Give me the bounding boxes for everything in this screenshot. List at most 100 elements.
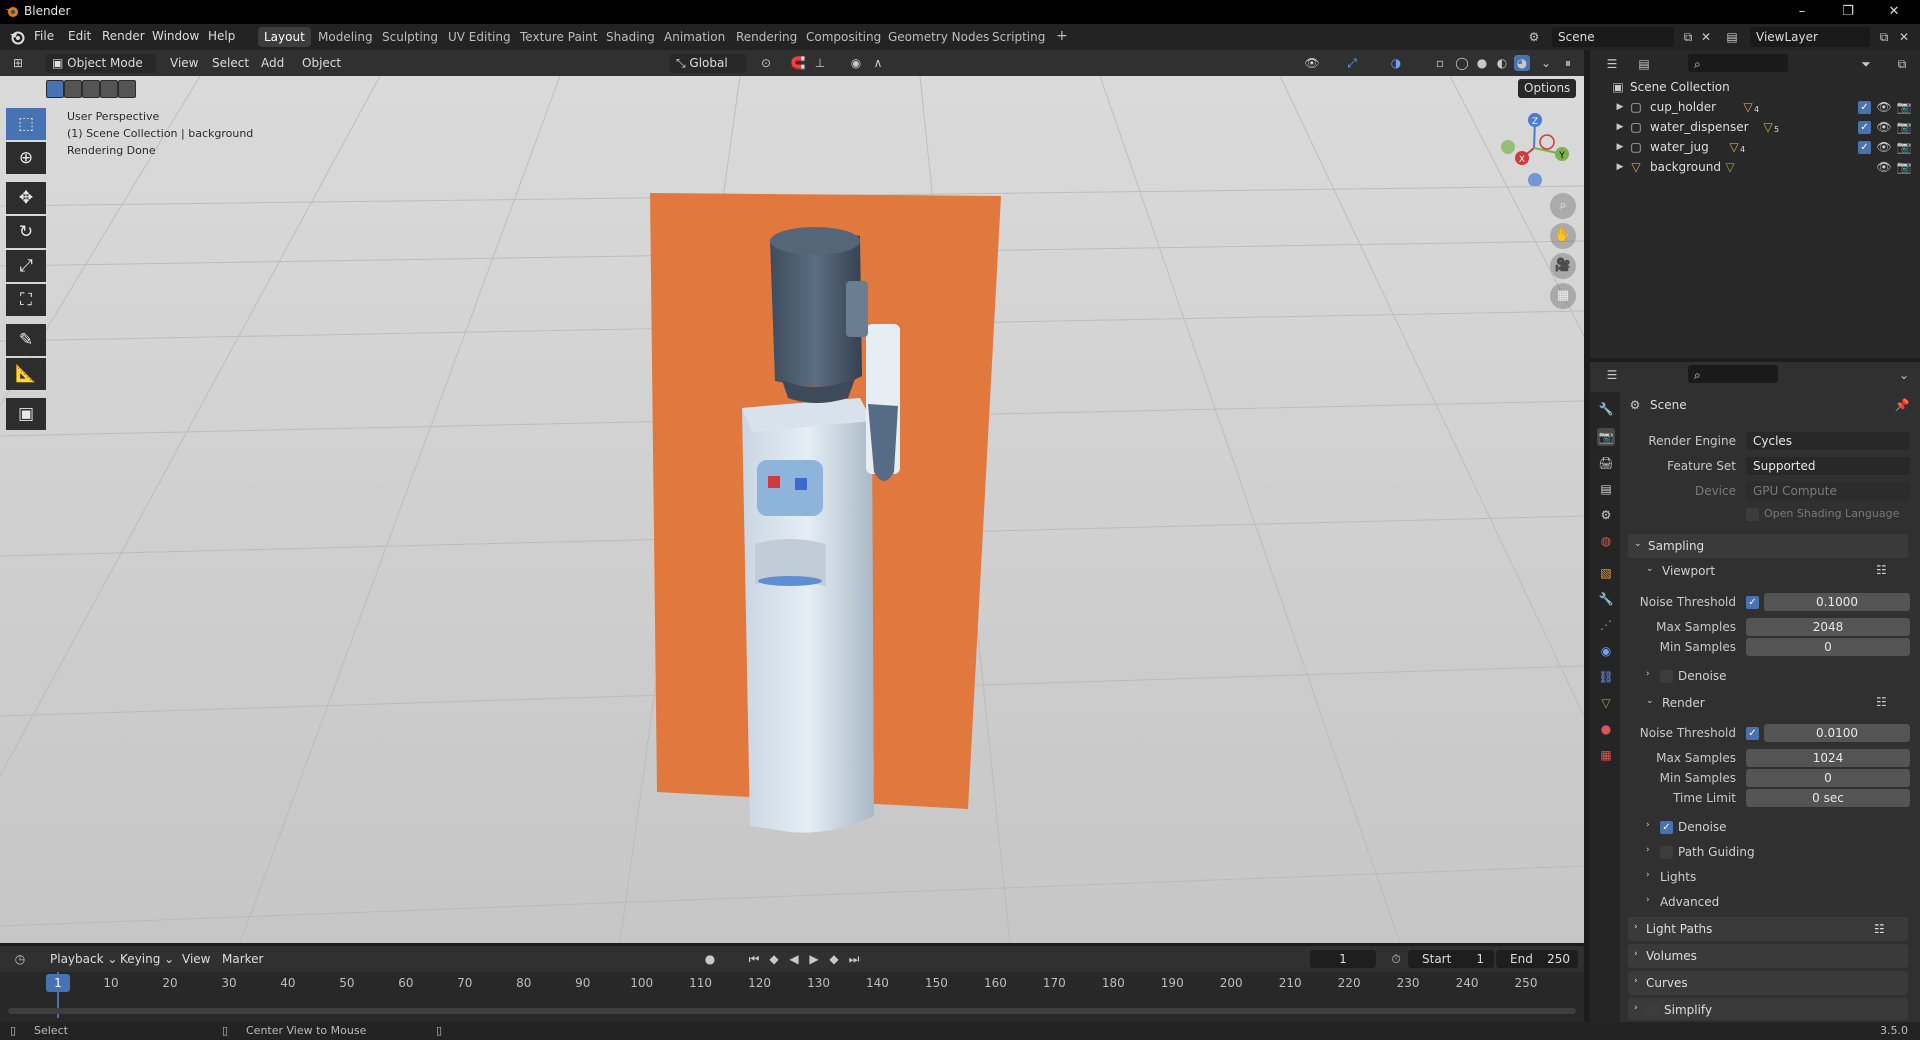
menu-window[interactable]: Window (152, 29, 199, 43)
outliner-item-cup-holder[interactable]: ▶ ▢ cup_holder ▽ 4 ✓ 👁 📷 (1590, 97, 1920, 117)
viewport-subpanel-header[interactable]: ⌄ Viewport ☷ (1640, 559, 1908, 583)
pin-icon[interactable]: 📌 (1894, 397, 1910, 413)
new-collection-icon[interactable]: ⧉ (1894, 56, 1910, 72)
editor-type-icon[interactable]: ⊞ (10, 55, 26, 71)
ortho-grid-icon[interactable]: ▦ (1550, 283, 1576, 309)
tab-modeling[interactable]: Modeling (312, 27, 379, 47)
vp-denoise-subpanel[interactable]: › Denoise (1640, 666, 1908, 688)
select-invert-icon[interactable] (100, 80, 118, 98)
r-min-samples-field[interactable]: 0 (1746, 769, 1910, 787)
overlays-toggle-icon[interactable]: ◑ (1388, 55, 1404, 71)
wireframe-shading-icon[interactable]: ◯ (1454, 55, 1470, 71)
new-view-layer-icon[interactable]: ⧉ (1876, 29, 1892, 45)
time-limit-field[interactable]: 0 sec (1746, 789, 1910, 807)
menu-add[interactable]: Add (255, 54, 290, 73)
jump-start-icon[interactable]: ⏮ (746, 951, 762, 967)
render-camera-icon[interactable]: 📷 (1896, 159, 1912, 175)
r-noise-threshold-checkbox[interactable]: ✓ (1746, 727, 1759, 740)
transform-icon[interactable]: ⛶ (6, 284, 46, 316)
presets-list-icon[interactable]: ☷ (1876, 563, 1887, 577)
snap-icon[interactable]: 🧲 (790, 55, 806, 71)
output-tab-icon[interactable]: 🖨 (1597, 454, 1615, 472)
close-window-button[interactable]: ✕ (1874, 2, 1914, 22)
expand-arrow-icon[interactable]: ▶ (1612, 99, 1628, 115)
render-camera-icon[interactable]: 📷 (1896, 99, 1912, 115)
world-tab-icon[interactable]: ◍ (1597, 532, 1615, 550)
camera-view-icon[interactable]: 🎥 (1550, 253, 1576, 279)
view-layer-icon[interactable]: ▤ (1724, 29, 1740, 45)
xray-toggle-icon[interactable]: ▫ (1432, 55, 1448, 71)
eye-icon[interactable]: 👁 (1876, 99, 1892, 115)
add-workspace-button[interactable]: + (1050, 25, 1074, 45)
tab-geometry-nodes[interactable]: Geometry Nodes (882, 27, 995, 47)
pause-render-icon[interactable]: ⏸ (1560, 55, 1576, 71)
r-max-samples-field[interactable]: 1024 (1746, 749, 1910, 767)
menu-select[interactable]: Select (206, 54, 255, 73)
tool-tab-icon[interactable]: 🔧 (1597, 400, 1615, 418)
outliner-item-water-jug[interactable]: ▶ ▢ water_jug ▽ 4 ✓ 👁 📷 (1590, 137, 1920, 157)
simplify-checkbox[interactable] (1646, 1003, 1659, 1016)
jump-end-icon[interactable]: ⏭ (846, 951, 862, 967)
render-camera-icon[interactable]: 📷 (1896, 119, 1912, 135)
outliner-editor-icon[interactable]: ☰ (1604, 56, 1620, 72)
menu-playback[interactable]: Playback ⌄ (44, 950, 123, 969)
properties-editor-icon[interactable]: ☰ (1604, 367, 1620, 383)
menu-render[interactable]: Render (102, 29, 145, 43)
path-guiding-checkbox[interactable] (1660, 846, 1673, 859)
tab-sculpting[interactable]: Sculpting (376, 27, 444, 47)
volumes-panel-header[interactable]: › Volumes (1628, 944, 1908, 968)
presets-list-icon[interactable]: ☷ (1876, 695, 1887, 709)
measure-icon[interactable]: 📐 (6, 358, 46, 390)
physics-tab-icon[interactable]: ◉ (1597, 642, 1615, 660)
menu-view[interactable]: View (164, 54, 204, 73)
transform-orientation-dropdown[interactable]: ⤡ Global (670, 54, 746, 73)
vp-noise-threshold-checkbox[interactable]: ✓ (1746, 596, 1759, 609)
delete-scene-icon[interactable]: ✕ (1698, 29, 1714, 45)
menu-help[interactable]: Help (208, 29, 235, 43)
scene-icon[interactable]: ⚙ (1526, 29, 1542, 45)
texture-tab-icon[interactable]: ▦ (1597, 746, 1615, 764)
proportional-edit-icon[interactable]: ◉ (848, 55, 864, 71)
tab-layout[interactable]: Layout (258, 27, 311, 47)
menu-file[interactable]: File (34, 29, 54, 43)
falloff-icon[interactable]: ∧ (870, 55, 886, 71)
r-denoise-subpanel[interactable]: › ✓ Denoise (1640, 817, 1908, 839)
play-reverse-icon[interactable]: ◀ (786, 951, 802, 967)
next-keyframe-icon[interactable]: ◆ (826, 951, 842, 967)
tab-shading[interactable]: Shading (600, 27, 661, 47)
particles-tab-icon[interactable]: ⋰ (1597, 616, 1615, 634)
play-icon[interactable]: ▶ (806, 951, 822, 967)
vp-min-samples-field[interactable]: 0 (1746, 638, 1910, 656)
render-engine-dropdown[interactable]: Cycles (1746, 432, 1910, 450)
exclude-checkbox[interactable]: ✓ (1858, 101, 1871, 114)
cursor-icon[interactable]: ⊕ (6, 142, 46, 174)
data-tab-icon[interactable]: ▽ (1597, 694, 1615, 712)
navigation-gizmo[interactable]: Z X Y (1492, 106, 1582, 186)
select-subtract-icon[interactable] (82, 80, 100, 98)
render-tab-icon[interactable]: 📷 (1597, 428, 1615, 446)
expand-arrow-icon[interactable]: ▶ (1612, 139, 1628, 155)
3d-viewport[interactable]: User Perspective (1) Scene Collection | … (0, 76, 1584, 943)
timeline-scrollbar[interactable] (8, 1008, 1576, 1014)
scene-selector[interactable]: Scene (1552, 27, 1674, 47)
snap-target-icon[interactable]: ⊥ (812, 55, 828, 71)
collapse-icon[interactable]: ⌄ (1896, 367, 1912, 383)
shading-options-icon[interactable]: ⌄ (1538, 55, 1554, 71)
scene-tab-icon[interactable]: ⚙ (1597, 506, 1615, 524)
expand-arrow-icon[interactable]: ▶ (1612, 159, 1628, 175)
current-frame-field[interactable]: 1 (1310, 950, 1376, 968)
object-tab-icon[interactable]: ▧ (1597, 564, 1615, 582)
curves-panel-header[interactable]: › Curves (1628, 971, 1908, 995)
expand-arrow-icon[interactable]: ▶ (1612, 119, 1628, 135)
path-guiding-subpanel[interactable]: › Path Guiding (1640, 842, 1908, 864)
playhead-frame-badge[interactable]: 1 (46, 974, 70, 992)
sampling-panel-header[interactable]: ⌄ Sampling (1628, 534, 1908, 558)
render-camera-icon[interactable]: 📷 (1896, 139, 1912, 155)
menu-timeline-view[interactable]: View (176, 950, 216, 969)
maximize-button[interactable]: ❐ (1828, 2, 1868, 22)
outliner-item-water-dispenser[interactable]: ▶ ▢ water_dispenser ▽ 5 ✓ 👁 📷 (1590, 117, 1920, 137)
tab-animation[interactable]: Animation (658, 27, 731, 47)
view-layer-tab-icon[interactable]: ▤ (1597, 480, 1615, 498)
menu-keying[interactable]: Keying ⌄ (114, 950, 180, 969)
filter-icon[interactable]: ⏷ (1858, 56, 1874, 72)
